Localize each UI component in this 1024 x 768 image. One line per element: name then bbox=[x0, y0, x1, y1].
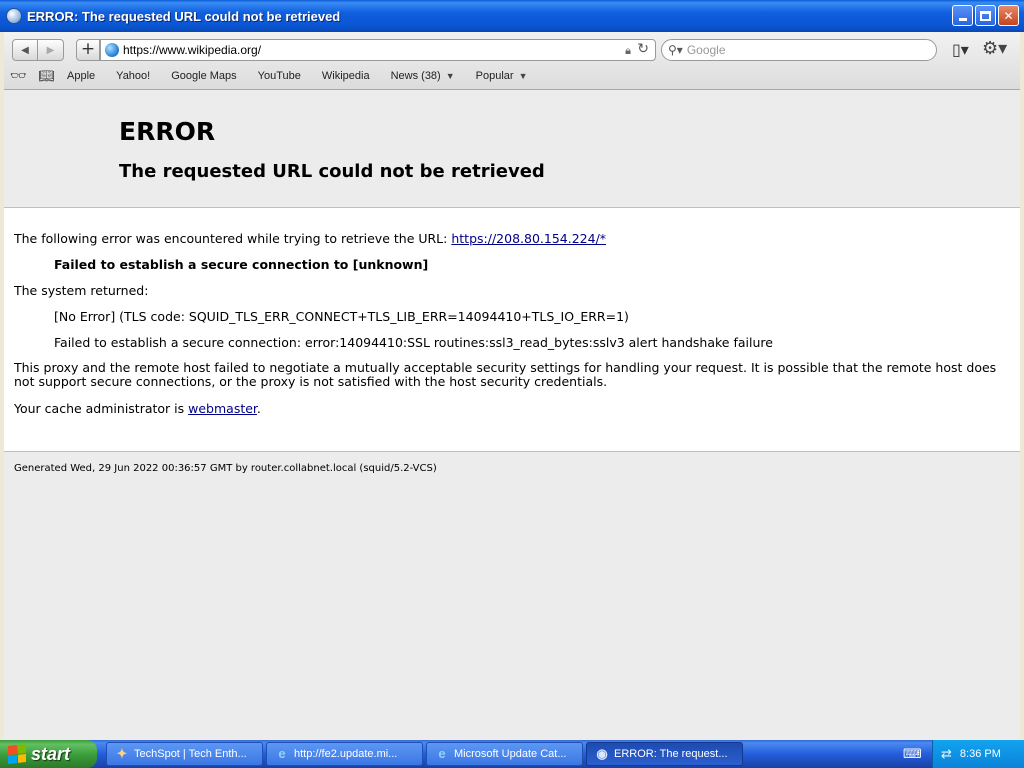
chevron-down-icon: ▼ bbox=[445, 71, 455, 81]
address-bar[interactable]: https://www.wikipedia.org/ 🔒︎ ↻ bbox=[100, 39, 656, 61]
chevron-down-icon: ▼ bbox=[518, 71, 528, 81]
search-icon: ⚲▾ bbox=[668, 43, 683, 57]
page-content: ERROR The requested URL could not be ret… bbox=[4, 90, 1020, 740]
globe-icon bbox=[105, 43, 119, 57]
bookmarks-bar: 👓︎ 📖︎ Apple Yahoo! Google Maps YouTube W… bbox=[10, 66, 548, 86]
task-label: ERROR: The request... bbox=[614, 748, 728, 760]
bookmarks-book-icon[interactable]: 📖︎ bbox=[39, 68, 56, 84]
taskbar-item-techspot[interactable]: ✦ TechSpot | Tech Enth... bbox=[106, 742, 263, 766]
maximize-button[interactable] bbox=[975, 5, 996, 26]
intro-line: The following error was encountered whil… bbox=[14, 231, 606, 246]
bookmark-folder-label: Popular bbox=[475, 70, 514, 82]
explanation-paragraph: This proxy and the remote host failed to… bbox=[14, 360, 997, 389]
forward-button[interactable]: ▶ bbox=[38, 39, 64, 61]
generated-timestamp: Generated Wed, 29 Jun 2022 00:36:57 GMT … bbox=[14, 463, 437, 474]
error-message: Failed to establish a secure connection … bbox=[54, 257, 429, 272]
page-footer: Generated Wed, 29 Jun 2022 00:36:57 GMT … bbox=[4, 451, 1020, 740]
plus-icon: + bbox=[80, 39, 96, 59]
minimize-icon bbox=[958, 18, 967, 21]
internet-explorer-icon: e bbox=[278, 746, 286, 761]
error-banner: ERROR The requested URL could not be ret… bbox=[4, 90, 1020, 208]
bookmark-item[interactable]: YouTube bbox=[258, 70, 301, 82]
taskbar: start ✦ TechSpot | Tech Enth... e http:/… bbox=[0, 740, 1024, 768]
system-returned-label: The system returned: bbox=[14, 283, 149, 298]
back-button[interactable]: ◀ bbox=[12, 39, 38, 61]
keyboard-icon[interactable]: ⌨ bbox=[903, 747, 922, 762]
failed-url-link[interactable]: https://208.80.154.224/* bbox=[451, 231, 606, 246]
taskbar-item-update-catalog[interactable]: e Microsoft Update Cat... bbox=[426, 742, 583, 766]
browser-icon bbox=[6, 8, 22, 24]
admin-prefix: Your cache administrator is bbox=[14, 401, 185, 416]
internet-explorer-icon: e bbox=[438, 746, 446, 761]
ssl-error-detail: Failed to establish a secure connection:… bbox=[54, 335, 773, 350]
search-placeholder: Google bbox=[686, 43, 726, 57]
back-arrow-icon: ◀ bbox=[21, 44, 29, 56]
task-label: Microsoft Update Cat... bbox=[454, 748, 567, 760]
page-subtitle: The requested URL could not be retrieved bbox=[119, 161, 545, 182]
taskbar-item-ie-update[interactable]: e http://fe2.update.mi... bbox=[266, 742, 423, 766]
minimize-button[interactable] bbox=[952, 5, 973, 26]
intro-text: The following error was encountered whil… bbox=[14, 231, 448, 246]
taskbar-tasks: ✦ TechSpot | Tech Enth... e http://fe2.u… bbox=[106, 742, 743, 766]
webmaster-link[interactable]: webmaster bbox=[188, 401, 257, 416]
window-title: ERROR: The requested URL could not be re… bbox=[27, 8, 341, 24]
system-tray: ⇄ 8:36 PM bbox=[932, 740, 1024, 768]
bookmark-item[interactable]: Yahoo! bbox=[116, 70, 150, 82]
browser-toolbar: ◀ ▶ + https://www.wikipedia.org/ 🔒︎ ↻ ⚲▾… bbox=[4, 32, 1020, 90]
windows-logo-icon bbox=[8, 744, 26, 764]
task-label: http://fe2.update.mi... bbox=[294, 748, 398, 760]
bookmark-item[interactable]: Wikipedia bbox=[322, 70, 370, 82]
tls-error-code: [No Error] (TLS code: SQUID_TLS_ERR_CONN… bbox=[54, 309, 629, 324]
window-title-bar[interactable]: ERROR: The requested URL could not be re… bbox=[0, 0, 1024, 32]
close-button[interactable]: ✕ bbox=[998, 5, 1019, 26]
start-button[interactable]: start bbox=[0, 740, 97, 768]
page-title: ERROR bbox=[119, 117, 216, 146]
reading-list-icon[interactable]: 👓︎ bbox=[10, 68, 27, 84]
bookmark-item[interactable]: Google Maps bbox=[171, 70, 236, 82]
maximize-icon bbox=[980, 10, 991, 21]
bookmark-folder-label: News (38) bbox=[390, 70, 441, 82]
lock-icon[interactable]: 🔒︎ bbox=[625, 44, 631, 58]
task-label: TechSpot | Tech Enth... bbox=[134, 748, 247, 760]
forward-arrow-icon: ▶ bbox=[46, 44, 55, 56]
add-bookmark-button[interactable]: + bbox=[76, 39, 100, 61]
bookmark-folder-news[interactable]: News (38) ▼ bbox=[391, 70, 455, 82]
reload-icon[interactable]: ↻ bbox=[637, 41, 649, 57]
admin-suffix: . bbox=[256, 401, 261, 416]
admin-line: Your cache administrator is webmaster. bbox=[14, 401, 261, 416]
network-icon[interactable]: ⇄ bbox=[941, 747, 952, 762]
start-label: start bbox=[31, 743, 71, 764]
techspot-icon: ✦ bbox=[116, 746, 128, 761]
nav-buttons: ◀ ▶ bbox=[12, 39, 64, 61]
bookmark-item[interactable]: Apple bbox=[67, 70, 95, 82]
close-icon: ✕ bbox=[1003, 8, 1014, 23]
address-text[interactable]: https://www.wikipedia.org/ bbox=[123, 43, 261, 57]
browser-icon: ◉ bbox=[596, 746, 608, 761]
window-controls: ✕ bbox=[952, 5, 1019, 26]
bookmark-folder-popular[interactable]: Popular ▼ bbox=[476, 70, 528, 82]
taskbar-item-error-page[interactable]: ◉ ERROR: The request... bbox=[586, 742, 743, 766]
gear-icon[interactable]: ⚙▾ bbox=[982, 38, 1007, 59]
page-menu-icon[interactable]: ▯▾ bbox=[952, 40, 969, 59]
clock[interactable]: 8:36 PM bbox=[960, 748, 1001, 760]
search-field[interactable]: ⚲▾ Google bbox=[661, 39, 937, 61]
